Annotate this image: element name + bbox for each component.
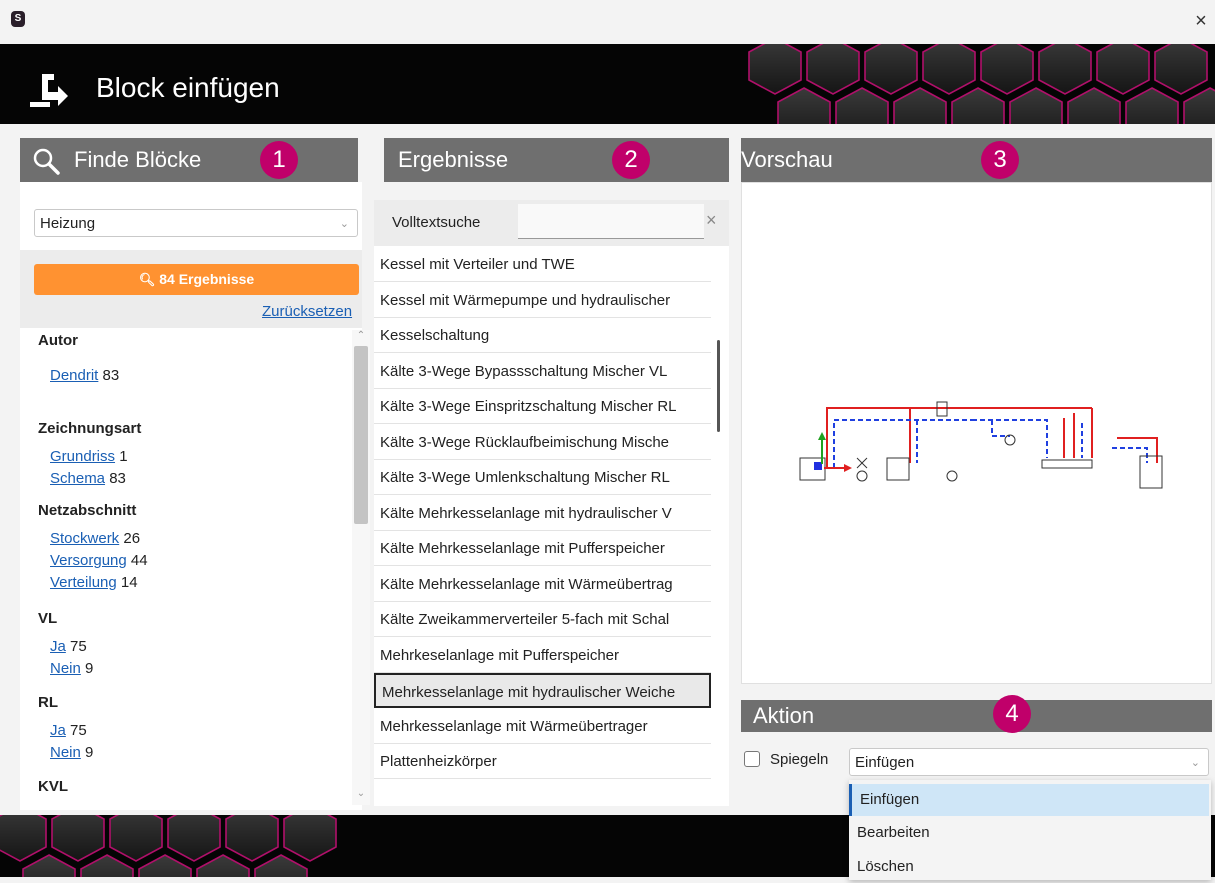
result-item[interactable]: Kälte 3-Wege Einspritzschaltung Mischer … — [374, 389, 711, 424]
menu-item-edit[interactable]: Bearbeiten — [849, 817, 1209, 849]
facet-title-netzabschnitt: Netzabschnitt — [38, 502, 137, 519]
facet-item[interactable]: Grundriss 1 — [50, 448, 128, 465]
facet-title-zeichnungsart: Zeichnungsart — [38, 420, 142, 437]
action-select[interactable]: Einfügen ⌄ — [849, 748, 1209, 776]
result-item[interactable]: Kesselschaltung — [374, 318, 711, 353]
result-item[interactable]: Kälte Mehrkesselanlage mit Pufferspeiche… — [374, 531, 711, 566]
facet-item[interactable]: Versorgung 44 — [50, 552, 148, 569]
menu-item-insert[interactable]: Einfügen — [849, 784, 1209, 816]
results-panel-title: Ergebnisse — [398, 147, 509, 172]
result-item[interactable]: Kälte 3-Wege Bypassschaltung Mischer VL — [374, 353, 711, 389]
dialog-title: Block einfügen — [96, 72, 280, 103]
search-icon: 🔍︎ — [138, 272, 156, 287]
menu-item-delete[interactable]: Löschen — [849, 851, 1209, 883]
insert-block-icon — [30, 74, 68, 107]
hexagon-pattern — [748, 44, 1215, 124]
category-value: Heizung — [40, 215, 96, 232]
facet-title-rl: RL — [38, 694, 58, 711]
schematic-drawing — [799, 401, 1163, 489]
search-icon — [33, 148, 60, 175]
result-item[interactable]: Kessel mit Verteiler und TWE — [374, 247, 711, 282]
action-value: Einfügen — [855, 754, 915, 771]
step-badge-4: 4 — [993, 695, 1031, 733]
chevron-down-icon: ⌄ — [1190, 757, 1200, 769]
facet-item[interactable]: Ja 75 — [50, 722, 87, 739]
clear-icon[interactable]: × — [706, 210, 717, 231]
reset-link[interactable]: Zurücksetzen — [262, 303, 352, 320]
facet-item[interactable]: Stockwerk 26 — [50, 530, 140, 547]
app-logo-icon: S — [11, 11, 25, 27]
result-item[interactable]: Mehrkeselanlage mit Pufferspeicher — [374, 637, 711, 673]
scroll-up-icon[interactable]: ⌃ — [355, 330, 367, 344]
result-item[interactable]: Kälte Mehrkesselanlage mit hydraulischer… — [374, 495, 711, 531]
result-item[interactable]: Kälte 3-Wege Umlenkschaltung Mischer RL — [374, 460, 711, 495]
mirror-checkbox[interactable] — [744, 751, 760, 767]
fulltext-input[interactable] — [518, 204, 704, 239]
results-panel-header: Ergebnisse 2 — [384, 138, 729, 182]
facet-title-vl: VL — [38, 610, 58, 627]
chevron-down-icon: ⌄ — [339, 218, 349, 230]
search-panel-header: Finde Blöcke 1 — [20, 138, 358, 182]
step-badge-2: 2 — [612, 141, 650, 179]
search-results-label: 84 Ergebnisse — [159, 271, 255, 287]
fulltext-label: Volltextsuche — [392, 214, 481, 231]
close-icon[interactable]: × — [1190, 8, 1212, 34]
title-bar — [0, 0, 1215, 44]
facet-title-kvl: KVL — [38, 778, 68, 795]
facet-item[interactable]: Nein 9 — [50, 660, 93, 677]
mirror-label: Spiegeln — [770, 751, 829, 768]
category-select[interactable]: Heizung ⌄ — [34, 209, 358, 237]
search-results-button[interactable]: 🔍︎ 84 Ergebnisse — [34, 264, 359, 295]
facet-item[interactable]: Schema 83 — [50, 470, 126, 487]
step-badge-1: 1 — [260, 141, 298, 179]
hexagon-pattern — [0, 815, 337, 877]
scroll-down-icon[interactable]: ⌄ — [355, 788, 367, 802]
preview-canvas — [741, 182, 1212, 684]
result-item[interactable]: Kälte Mehrkesselanlage mit Wärmeübertrag — [374, 566, 711, 602]
facet-item[interactable]: Verteilung 14 — [50, 574, 138, 591]
preview-panel-header: Vorschau 3 — [741, 138, 1212, 182]
result-item[interactable]: Kälte 3-Wege Rücklaufbeimischung Mische — [374, 424, 711, 460]
results-scrollbar[interactable] — [717, 340, 720, 432]
header-banner: Block einfügen — [0, 44, 1215, 124]
result-item[interactable]: Kessel mit Wärmepumpe und hydraulischer — [374, 282, 711, 318]
result-item[interactable]: Mehrkesselanlage mit Wärmeübertrager — [374, 708, 711, 744]
facet-item[interactable]: Nein 9 — [50, 744, 93, 761]
preview-panel-title: Vorschau — [741, 147, 833, 172]
step-badge-3: 3 — [981, 141, 1019, 179]
facet-item[interactable]: Dendrit 83 — [50, 367, 119, 384]
scrollbar-thumb[interactable] — [354, 346, 368, 524]
facet-item[interactable]: Ja 75 — [50, 638, 87, 655]
search-panel-title: Finde Blöcke — [74, 147, 202, 172]
result-item[interactable]: Plattenheizkörper — [374, 744, 711, 779]
facet-list: Autor Dendrit 83 Zeichnungsart Grundriss… — [38, 332, 348, 802]
action-panel-header: Aktion — [741, 700, 1212, 732]
result-item[interactable]: Mehrkesselanlage mit hydraulischer Weich… — [374, 673, 711, 708]
facet-title-autor: Autor — [38, 332, 78, 349]
fulltext-search-bar: Volltextsuche × — [374, 200, 729, 246]
result-item[interactable]: Kälte Zweikammerverteiler 5-fach mit Sch… — [374, 602, 711, 637]
facet-scrollbar[interactable]: ⌃ ⌄ — [352, 330, 370, 805]
action-panel-title: Aktion — [753, 703, 815, 728]
